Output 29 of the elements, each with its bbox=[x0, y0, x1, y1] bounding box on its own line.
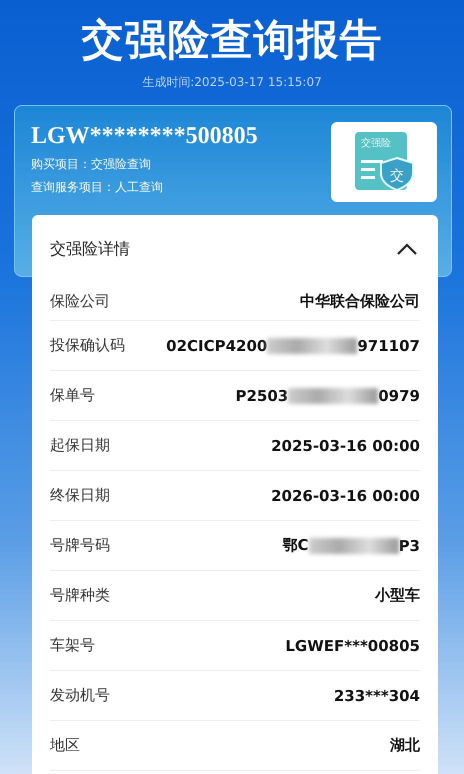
field-value: 02CICP4200 bbox=[166, 336, 268, 354]
field-value: 2026-03-16 00:00 bbox=[271, 486, 420, 504]
vin-number: LGW********500805 bbox=[31, 122, 258, 150]
field-value: 鄂C bbox=[282, 536, 309, 555]
field-label: 发动机号 bbox=[50, 686, 110, 705]
field-value: 971107 bbox=[357, 336, 420, 354]
field-label: 车架号 bbox=[50, 636, 95, 655]
field-label: 起保日期 bbox=[50, 436, 110, 455]
field-label: 保险公司 bbox=[50, 292, 110, 311]
field-label: 地区 bbox=[50, 736, 80, 755]
field-value: 中华联合保险公司 bbox=[300, 292, 420, 311]
field-label: 保单号 bbox=[50, 386, 95, 405]
field-value: P3 bbox=[398, 536, 420, 554]
field-value: 湖北 bbox=[390, 736, 420, 755]
field-value: P2503 bbox=[236, 386, 288, 404]
field-value: 233***304 bbox=[334, 686, 420, 704]
field-value: 2025-03-16 00:00 bbox=[271, 436, 420, 454]
field-value: LGWEF***00805 bbox=[285, 636, 420, 654]
field-label: 号牌种类 bbox=[50, 586, 110, 605]
purchase-item: 购买项目：交强险查询 bbox=[31, 156, 151, 173]
field-label: 投保确认码 bbox=[50, 336, 125, 355]
field-value: 小型车 bbox=[375, 586, 420, 605]
generated-time: 生成时间:2025-03-17 15:15:07 bbox=[142, 75, 322, 89]
section-heading: 交强险详情 bbox=[50, 238, 130, 260]
service-item: 查询服务项目：人工查询 bbox=[31, 179, 163, 196]
field-label: 终保日期 bbox=[50, 486, 110, 505]
field-value: 0979 bbox=[378, 386, 420, 404]
field-label: 号牌号码 bbox=[50, 536, 110, 555]
report-title: 交强险查询报告 bbox=[80, 14, 384, 66]
